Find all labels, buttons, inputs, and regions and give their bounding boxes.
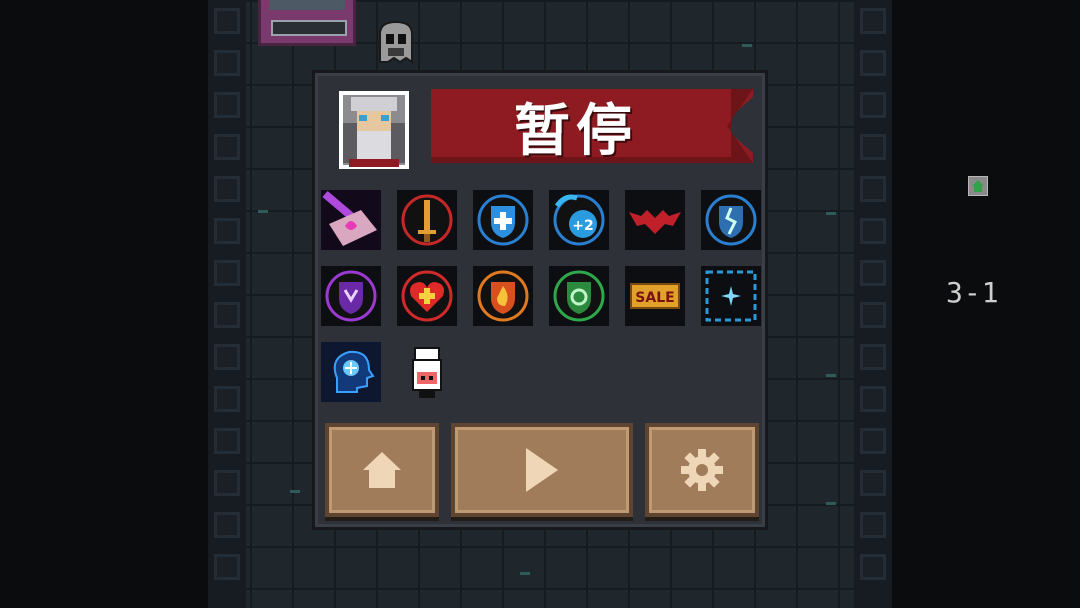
pause-banner: 暂停	[431, 87, 753, 165]
sale-label: SALE	[635, 290, 674, 306]
pink-map-icon[interactable]	[321, 190, 381, 250]
bat-icon[interactable]	[625, 190, 685, 250]
sale-icon[interactable]: SALE	[625, 266, 685, 326]
home-icon	[972, 180, 984, 192]
water-plus-two-icon[interactable]: +2	[549, 190, 609, 250]
minimap-room	[968, 176, 988, 196]
floor-speck	[290, 490, 300, 493]
character-portrait	[339, 91, 409, 169]
home-icon	[363, 452, 401, 488]
level-indicator: 3-1	[946, 276, 1000, 309]
green-shield-icon[interactable]	[549, 266, 609, 326]
floor-speck	[520, 572, 530, 575]
heart-plus-icon[interactable]	[397, 266, 457, 326]
left-wall	[208, 0, 246, 608]
floor-speck	[258, 210, 268, 213]
water-bonus-label: +2	[572, 218, 593, 234]
resume-button[interactable]	[451, 423, 633, 517]
vending-machine	[258, 0, 356, 46]
floor-speck	[826, 212, 836, 215]
floor-speck	[826, 374, 836, 377]
brain-head-icon[interactable]	[321, 342, 381, 402]
sparkle-frame-icon[interactable]	[701, 266, 761, 326]
settings-button[interactable]	[645, 423, 759, 517]
gear-icon	[681, 449, 723, 491]
purple-shield-icon[interactable]	[321, 266, 381, 326]
floor-speck	[742, 44, 752, 47]
sword-icon[interactable]	[397, 190, 457, 250]
ghost-enemy	[379, 20, 413, 64]
pause-title: 暂停	[514, 98, 638, 164]
pause-panel: 暂停 +2 SALE	[312, 70, 768, 530]
right-wall	[854, 0, 892, 608]
play-icon	[526, 448, 558, 492]
cracked-shield-icon[interactable]	[701, 190, 761, 250]
chef-pig-icon[interactable]	[397, 342, 457, 402]
floor-speck	[826, 502, 836, 505]
fire-shield-icon[interactable]	[473, 266, 533, 326]
home-button[interactable]	[325, 423, 439, 517]
shield-cross-icon[interactable]	[473, 190, 533, 250]
